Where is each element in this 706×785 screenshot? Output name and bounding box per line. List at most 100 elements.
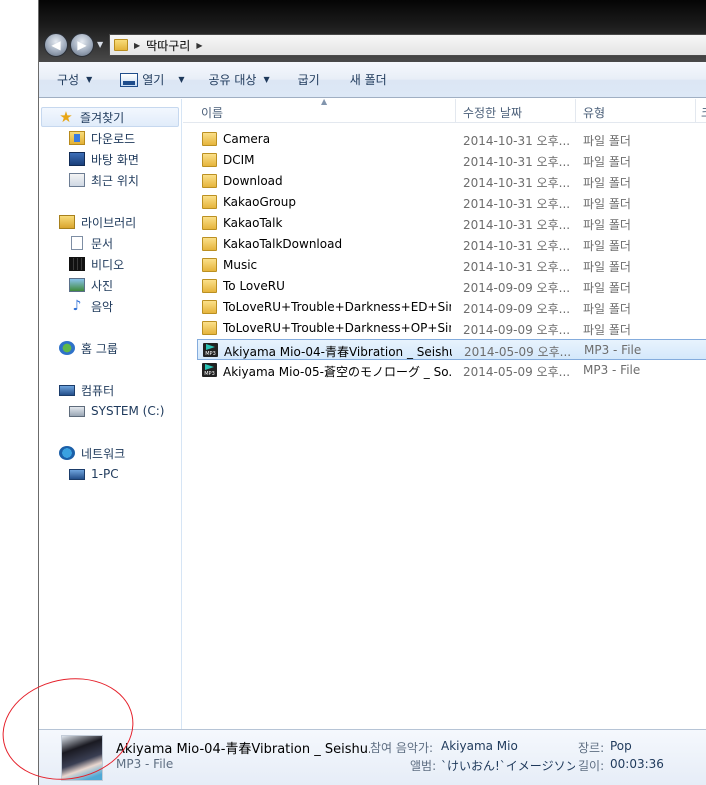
column-divider[interactable] [455, 99, 456, 123]
file-date: 2014-10-31 오후... [463, 155, 571, 169]
new-folder-button[interactable]: 새 폴더 [350, 71, 387, 88]
nav-videos[interactable]: 비디오 [69, 254, 124, 274]
downloads-icon [69, 131, 85, 145]
folder-icon [202, 300, 217, 314]
file-date: 2014-05-09 오후... [463, 365, 571, 379]
star-icon: ★ [59, 108, 73, 126]
folder-icon [202, 153, 217, 167]
file-type: MP3 - File [583, 363, 641, 377]
file-name: Music [223, 258, 258, 272]
file-row[interactable]: Download 2014-10-31 오후... 파일 폴더 [197, 171, 706, 192]
file-row[interactable]: Music 2014-10-31 오후... 파일 폴더 [197, 255, 706, 276]
file-row[interactable]: Akiyama Mio-04-青春Vibration _ Seishu... 20… [197, 339, 706, 360]
file-type: 파일 폴더 [583, 260, 631, 274]
mp3-file-icon [202, 363, 217, 377]
open-button[interactable]: 열기 ▼ [120, 71, 185, 88]
nav-label: 네트워크 [81, 446, 126, 461]
file-date: 2014-10-31 오후... [463, 134, 571, 148]
file-date: 2014-10-31 오후... [463, 197, 571, 211]
file-row[interactable]: KakaoTalk 2014-10-31 오후... 파일 폴더 [197, 213, 706, 234]
back-button[interactable]: ◀ [44, 33, 68, 57]
chevron-right-icon[interactable]: ▶ [196, 41, 202, 50]
nav-label: SYSTEM (C:) [91, 404, 165, 418]
column-header-type[interactable]: 유형 [583, 104, 605, 121]
organize-button[interactable]: 구성 ▼ [57, 71, 92, 88]
nav-downloads[interactable]: 다운로드 [69, 128, 135, 148]
folder-icon [202, 279, 217, 293]
file-name: ToLoveRU+Trouble+Darkness+OP+Singl... [223, 321, 451, 335]
file-name: To LoveRU [223, 279, 285, 293]
file-date: 2014-05-09 오후... [464, 345, 572, 359]
forward-button[interactable]: ▶ [70, 33, 94, 57]
burn-button[interactable]: 굽기 [298, 71, 320, 88]
nav-libraries[interactable]: 라이브러리 [59, 212, 136, 232]
folder-icon [202, 132, 217, 146]
organize-label: 구성 [57, 73, 80, 87]
album-label: 앨범: [410, 759, 437, 773]
nav-music[interactable]: ♪ 음악 [69, 296, 114, 316]
title-bar: ◀ ▶ ▼ ▶ 딱따구리 ▶ [39, 0, 706, 62]
drive-icon [69, 405, 85, 417]
file-row[interactable]: To LoveRU 2014-09-09 오후... 파일 폴더 [197, 276, 706, 297]
share-button[interactable]: 공유 대상 ▼ [209, 71, 270, 88]
genre-value[interactable]: Pop [610, 739, 670, 753]
file-row[interactable]: ToLoveRU+Trouble+Darkness+ED+Singl... 201… [197, 297, 706, 318]
file-row[interactable]: ToLoveRU+Trouble+Darkness+OP+Singl... 201… [197, 318, 706, 339]
file-row[interactable]: Camera 2014-10-31 오후... 파일 폴더 [197, 129, 706, 150]
music-note-icon: ♪ [72, 298, 82, 314]
share-label: 공유 대상 [208, 73, 257, 87]
nav-favorites[interactable]: ★ 즐겨찾기 [41, 107, 179, 127]
homegroup-icon [59, 341, 75, 355]
chevron-right-icon[interactable]: ▶ [134, 41, 140, 50]
column-header-size[interactable]: 크 [701, 104, 706, 121]
nav-network[interactable]: 네트워크 [59, 443, 125, 463]
open-label: 열기 [142, 73, 165, 87]
nav-label: 다운로드 [91, 131, 136, 146]
file-row[interactable]: KakaoTalkDownload 2014-10-31 오후... 파일 폴더 [197, 234, 706, 255]
nav-recent[interactable]: 최근 위치 [69, 170, 139, 190]
artist-label: 참여 음악가: [370, 741, 434, 755]
file-name: DCIM [223, 153, 255, 167]
explorer-window: ◀ ▶ ▼ ▶ 딱따구리 ▶ 구성 ▼ 열기 ▼ 공유 대상 ▼ 굽기 새 폴더 [38, 0, 706, 785]
nav-desktop[interactable]: 바탕 화면 [69, 149, 139, 169]
file-row[interactable]: KakaoGroup 2014-10-31 오후... 파일 폴더 [197, 192, 706, 213]
nav-homegroup[interactable]: 홈 그룹 [59, 338, 118, 358]
column-header-name[interactable]: 이름 [201, 104, 223, 121]
nav-label: 라이브러리 [81, 215, 137, 230]
nav-network-pc[interactable]: 1-PC [69, 464, 119, 484]
nav-label: 바탕 화면 [91, 152, 139, 167]
nav-computer[interactable]: 컴퓨터 [59, 380, 114, 400]
file-row[interactable]: Akiyama Mio-05-蒼空のモノローグ _ So... 2014-05-0… [197, 360, 706, 381]
file-type: 파일 폴더 [583, 197, 631, 211]
sort-ascending-icon: ▲ [321, 97, 328, 106]
nav-drive-c[interactable]: SYSTEM (C:) [69, 401, 164, 421]
album-value[interactable]: `けいおん!`イメージソン... [441, 757, 575, 774]
column-divider[interactable] [695, 99, 696, 123]
genre-label: 장르: [578, 741, 605, 755]
nav-documents[interactable]: 문서 [69, 233, 113, 253]
new-folder-label: 새 폴더 [349, 73, 387, 87]
file-date: 2014-09-09 오후... [463, 302, 571, 316]
file-name: KakaoTalkDownload [223, 237, 343, 251]
file-name: ToLoveRU+Trouble+Darkness+ED+Singl... [223, 300, 451, 314]
nav-label: 컴퓨터 [81, 383, 115, 398]
nav-label: 사진 [91, 278, 114, 293]
address-bar[interactable]: ▶ 딱따구리 ▶ [109, 34, 706, 56]
navigation-pane: ★ 즐겨찾기 다운로드 바탕 화면 최근 위치 라이브러리 문서 비디오 사진 … [39, 99, 182, 729]
breadcrumb-item[interactable]: 딱따구리 [146, 37, 190, 54]
network-icon [59, 446, 75, 460]
nav-pictures[interactable]: 사진 [69, 275, 113, 295]
column-header-date[interactable]: 수정한 날짜 [463, 104, 522, 121]
column-divider[interactable] [575, 99, 576, 123]
recent-pages-dropdown[interactable]: ▼ [97, 40, 107, 50]
artist-value[interactable]: Akiyama Mio [441, 739, 561, 753]
forward-arrow-icon: ▶ [77, 38, 87, 52]
file-name: KakaoGroup [223, 195, 296, 209]
length-label: 길이: [578, 759, 605, 773]
desktop-icon [69, 152, 85, 166]
file-row[interactable]: DCIM 2014-10-31 오후... 파일 폴더 [197, 150, 706, 171]
folder-icon [202, 237, 217, 251]
dropdown-arrow-icon[interactable]: ▼ [178, 75, 184, 84]
column-header-row: ▲ 이름 수정한 날짜 유형 크 [183, 97, 706, 123]
file-type: 파일 폴더 [583, 302, 631, 316]
